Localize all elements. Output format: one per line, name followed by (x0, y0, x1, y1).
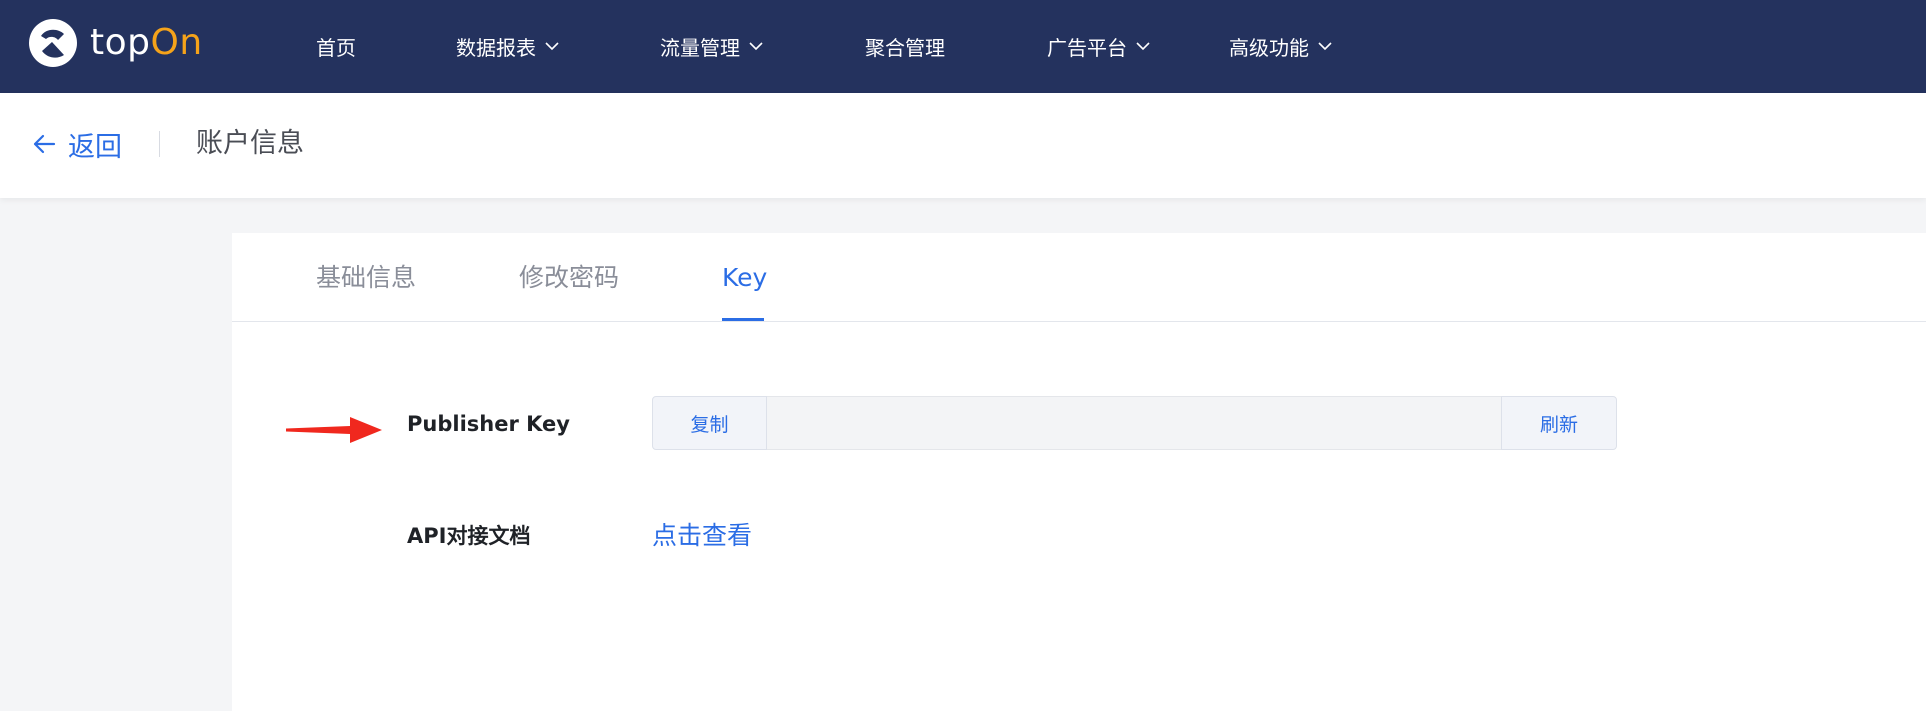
nav-item-label: 流量管理 (660, 35, 740, 60)
header-divider (159, 131, 160, 157)
logo-text-on: On (150, 22, 203, 63)
back-button[interactable]: 返回 (30, 123, 122, 165)
nav-item-traffic-management[interactable]: 流量管理 (660, 29, 764, 63)
top-navigation-bar: topOn 首页 数据报表 流量管理 聚合管理 广告平台 高级功能 (0, 0, 1926, 93)
publisher-key-field[interactable] (767, 396, 1501, 450)
nav-item-mediation-management[interactable]: 聚合管理 (865, 29, 945, 63)
nav-item-label: 广告平台 (1047, 35, 1127, 60)
red-arrow-annotation-icon (286, 417, 382, 443)
page-header: 返回 账户信息 (0, 93, 1926, 198)
nav-item-ad-platform[interactable]: 广告平台 (1047, 29, 1151, 63)
chevron-down-icon (545, 42, 559, 51)
chevron-down-icon (749, 42, 763, 51)
tab-bar: 基础信息 修改密码 Key (232, 233, 1926, 322)
refresh-button[interactable]: 刷新 (1501, 396, 1617, 450)
topon-logo-icon (29, 19, 77, 67)
back-label: 返回 (68, 131, 122, 163)
tab-key[interactable]: Key (722, 259, 767, 297)
nav-item-label: 聚合管理 (865, 35, 945, 60)
logo-text-top: top (90, 22, 151, 63)
view-api-doc-link[interactable]: 点击查看 (652, 516, 752, 552)
active-tab-indicator (722, 318, 764, 321)
publisher-key-label: Publisher Key (407, 412, 570, 436)
tab-basic-info[interactable]: 基础信息 (316, 259, 416, 297)
nav-item-home[interactable]: 首页 (316, 29, 356, 63)
tab-change-password[interactable]: 修改密码 (519, 259, 619, 297)
arrow-left-icon (33, 134, 56, 154)
copy-button[interactable]: 复制 (652, 396, 767, 450)
nav-item-data-reports[interactable]: 数据报表 (456, 29, 560, 63)
account-info-card: 基础信息 修改密码 Key Publisher Key 复制 刷新 API对接文… (232, 233, 1926, 711)
nav-item-label: 高级功能 (1229, 35, 1309, 60)
topon-logo[interactable]: topOn (28, 17, 203, 69)
api-doc-label: API对接文档 (407, 524, 531, 548)
chevron-down-icon (1318, 42, 1332, 51)
nav-item-label: 数据报表 (456, 35, 536, 60)
page-title: 账户信息 (196, 128, 304, 159)
publisher-key-group: 复制 刷新 (652, 396, 1652, 450)
logo-wordmark: topOn (90, 25, 203, 61)
nav-item-label: 首页 (316, 35, 356, 60)
chevron-down-icon (1136, 42, 1150, 51)
nav-item-advanced-features[interactable]: 高级功能 (1229, 29, 1333, 63)
